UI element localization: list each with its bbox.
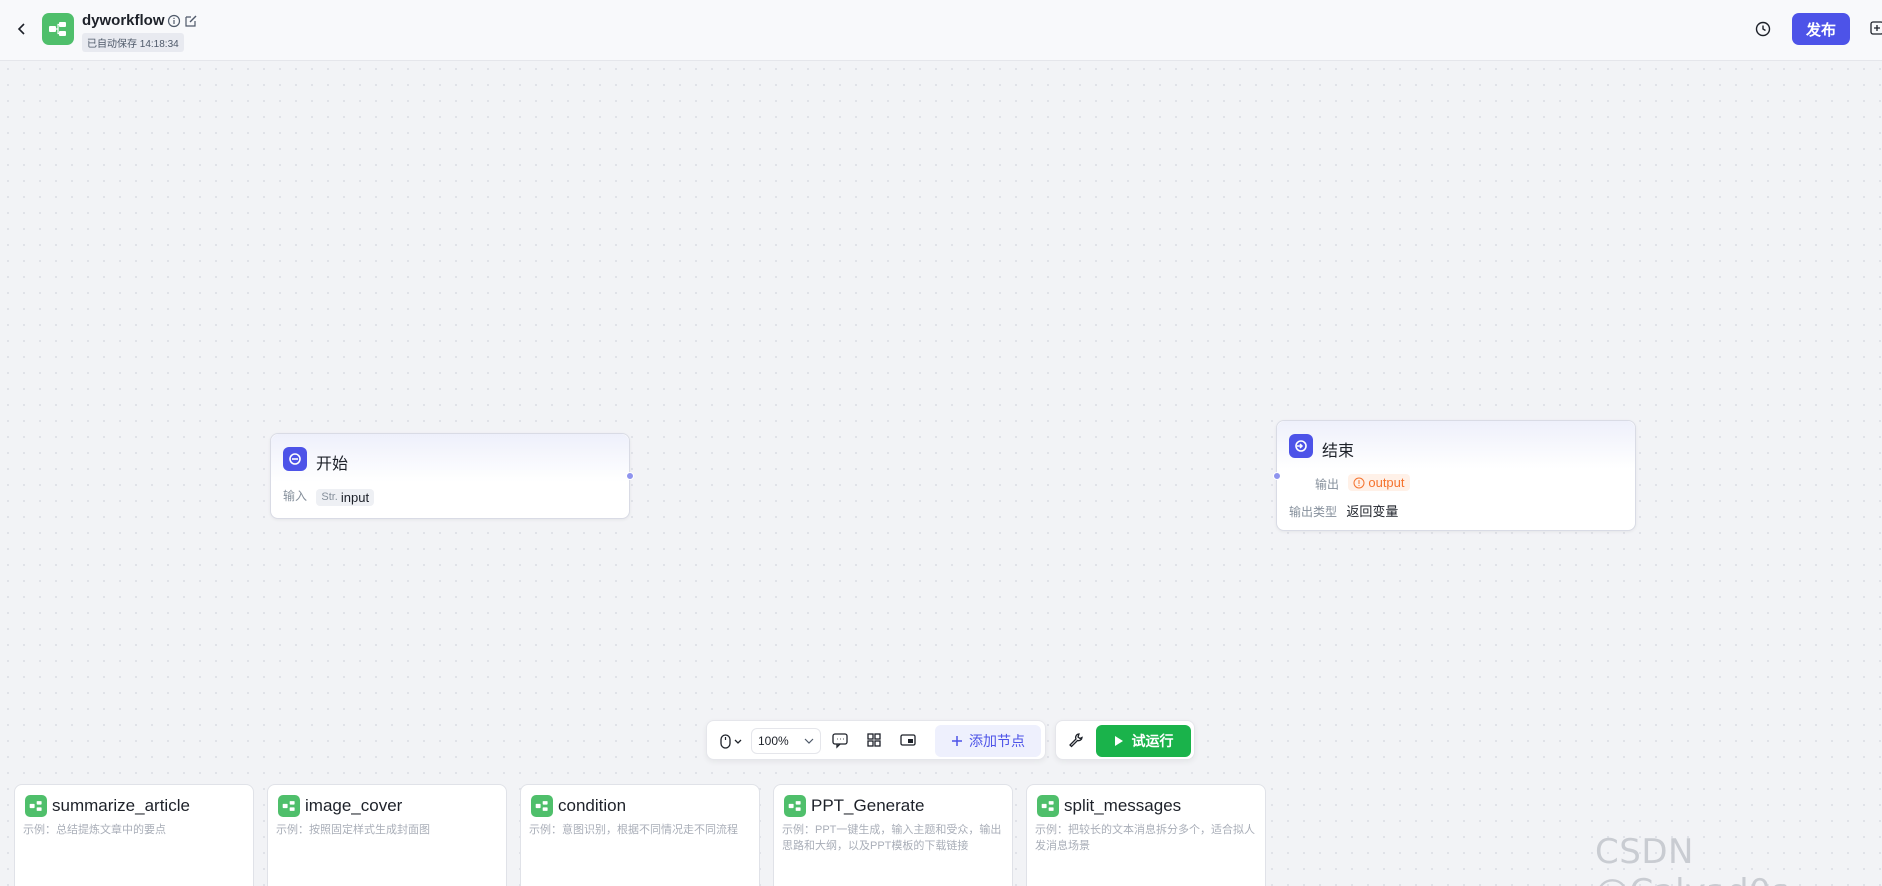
add-node-button[interactable]: 添加节点 [935,725,1041,757]
zoom-select[interactable]: 100% [751,728,821,754]
end-input-handle[interactable] [1273,472,1281,480]
template-title: summarize_article [52,796,190,815]
info-icon[interactable] [167,14,181,28]
workflow-icon [278,795,300,817]
var-type: Str. [321,491,338,503]
top-header: dyworkflow 已自动保存 14:18:34 发布 [0,0,1882,61]
end-node[interactable]: 结束 输出 output 输出类型 返回变量 [1276,420,1636,531]
workflow-icon [784,795,806,817]
output-var-name: output [1368,475,1405,490]
play-icon [1114,736,1123,746]
template-title: image_cover [305,796,403,815]
interaction-mode-toggle[interactable] [717,731,745,756]
template-desc: 示例：PPT一键生成，输入主题和受众，输出思路和大纲，以及PPT模板的下载链接 [782,824,1002,852]
watermark: CSDN @Calvad0s [1595,832,1789,886]
edit-icon[interactable] [184,14,198,28]
test-run-label: 试运行 [1131,733,1174,749]
start-output-handle[interactable] [626,472,634,480]
end-icon [1289,434,1313,458]
duplicate-icon[interactable] [1870,20,1882,36]
var-name: input [340,489,370,505]
workflow-icon [42,13,74,45]
chevron-down-icon [804,738,814,744]
test-run-button[interactable]: 试运行 [1096,725,1191,757]
template-card[interactable]: image_cover 示例：按照固定样式生成封面图 [267,784,507,886]
end-output-row: 输出 output [1315,474,1410,493]
start-icon [283,447,307,471]
warning-icon [1353,477,1365,488]
wrench-icon[interactable] [1067,731,1085,754]
grid-icon[interactable] [865,731,883,754]
end-node-header: 结束 [1277,421,1635,469]
history-icon[interactable] [1753,19,1773,39]
back-arrow-icon[interactable] [14,19,30,39]
template-card[interactable]: summarize_article 示例：总结提炼文章中的要点 [14,784,254,886]
start-node[interactable]: 开始 输入 Str. input [270,433,630,519]
template-desc: 示例：把较长的文本消息拆分多个，适合拟人发消息场景 [1035,824,1255,852]
comment-icon[interactable] [831,731,849,754]
workflow-icon [1037,795,1059,817]
add-node-label: 添加节点 [969,733,1025,749]
input-label: 输入 [283,489,308,503]
canvas-toolbar: 100% 添加节点 [706,720,1046,760]
template-title: split_messages [1064,796,1182,815]
workflow-icon [25,795,47,817]
plus-icon [952,736,962,746]
output-type-label: 输出类型 [1289,505,1338,519]
autosave-status: 已自动保存 14:18:34 [82,33,184,52]
template-card[interactable]: condition 示例：意图识别，根据不同情况走不同流程 [520,784,760,886]
minimap-icon[interactable] [899,731,917,754]
output-variable-tag: output [1348,474,1410,491]
app-title: dyworkflow [82,12,165,29]
end-type-row: 输出类型 返回变量 [1289,501,1398,520]
output-label: 输出 [1315,477,1340,492]
template-desc: 示例：总结提炼文章中的要点 [23,824,166,836]
template-desc: 示例：按照固定样式生成封面图 [276,824,430,836]
publish-button[interactable]: 发布 [1792,13,1850,45]
workflow-icon [531,795,553,817]
start-input-row: 输入 Str. input [283,487,375,506]
template-title: condition [558,796,627,815]
template-card[interactable]: PPT_Generate 示例：PPT一键生成，输入主题和受众，输出思路和大纲，… [773,784,1013,886]
start-node-header: 开始 [271,434,629,482]
template-card[interactable]: split_messages 示例：把较长的文本消息拆分多个，适合拟人发消息场景 [1026,784,1266,886]
start-node-title: 开始 [316,456,349,473]
output-type-value: 返回变量 [1346,504,1399,519]
zoom-value: 100% [758,734,789,748]
end-node-title: 结束 [1322,443,1355,460]
run-toolbar: 试运行 [1055,720,1195,760]
template-title: PPT_Generate [811,796,925,815]
input-variable-tag: Str. input [316,488,375,506]
template-desc: 示例：意图识别，根据不同情况走不同流程 [529,824,738,836]
